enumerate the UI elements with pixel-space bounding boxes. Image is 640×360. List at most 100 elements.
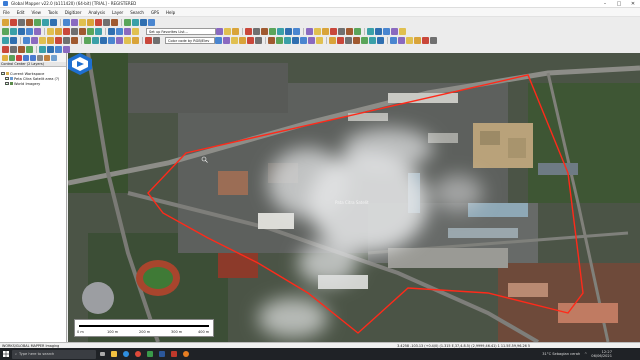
analysis-tool-icon[interactable] xyxy=(153,37,160,44)
terrain-tool-icon[interactable] xyxy=(316,37,323,44)
layer-checkbox[interactable]: ✓ xyxy=(5,82,9,86)
terrain-tool-icon[interactable] xyxy=(239,37,246,44)
menu-file[interactable]: File xyxy=(3,10,10,15)
analysis-tool-icon[interactable] xyxy=(92,37,99,44)
analysis-tool-icon[interactable] xyxy=(2,37,9,44)
minimize-button[interactable]: – xyxy=(598,0,612,8)
zoom-to-layer-icon[interactable] xyxy=(51,54,57,61)
layer-options-icon[interactable] xyxy=(37,54,43,61)
file-tool-icon[interactable] xyxy=(79,19,86,26)
terrain-tool-icon[interactable] xyxy=(276,37,283,44)
menu-digitizer[interactable]: Digitizer xyxy=(65,10,82,15)
analysis-tool-icon[interactable] xyxy=(124,37,131,44)
view-tool-icon[interactable] xyxy=(116,28,123,35)
analysis-tool-icon[interactable] xyxy=(108,37,115,44)
file-tool-icon[interactable] xyxy=(132,19,139,26)
view-tool-icon[interactable] xyxy=(108,28,115,35)
view-tool-icon[interactable] xyxy=(95,28,102,35)
terrain-tool-icon[interactable] xyxy=(398,37,405,44)
digitizer-tool-icon[interactable] xyxy=(367,28,374,35)
view-tool-icon[interactable] xyxy=(63,28,70,35)
digitizer-tool-icon[interactable] xyxy=(285,28,292,35)
digitizer-tool-icon[interactable] xyxy=(216,28,223,35)
file-tool-icon[interactable] xyxy=(18,19,25,26)
terrain-tool-icon[interactable] xyxy=(369,37,376,44)
tree-item-world-imagery[interactable]: ✓ World Imagery xyxy=(1,81,65,86)
view-tool-icon[interactable] xyxy=(34,28,41,35)
digitizer-tool-icon[interactable] xyxy=(224,28,231,35)
terrain-tool-icon[interactable] xyxy=(377,37,384,44)
terrain-tool-icon[interactable] xyxy=(390,37,397,44)
digitizer-tool-icon[interactable] xyxy=(314,28,321,35)
terrain-tool-icon[interactable] xyxy=(231,37,238,44)
nav-tool-icon[interactable] xyxy=(39,46,46,53)
taskbar-app-word[interactable] xyxy=(156,348,168,360)
digitizer-tool-icon[interactable] xyxy=(306,28,313,35)
terrain-tool-icon[interactable] xyxy=(337,37,344,44)
workspace-checkbox[interactable]: ✓ xyxy=(1,72,5,76)
file-tool-icon[interactable] xyxy=(87,19,94,26)
taskbar-app-recorder[interactable] xyxy=(180,348,192,360)
file-tool-icon[interactable] xyxy=(111,19,118,26)
terrain-tool-icon[interactable] xyxy=(414,37,421,44)
digitizer-tool-icon[interactable] xyxy=(232,28,239,35)
digitizer-tool-icon[interactable] xyxy=(330,28,337,35)
view-tool-icon[interactable] xyxy=(18,28,25,35)
terrain-tool-icon[interactable] xyxy=(361,37,368,44)
menu-help[interactable]: Help xyxy=(166,10,175,15)
menu-edit[interactable]: Edit xyxy=(17,10,25,15)
nav-tool-icon[interactable] xyxy=(10,46,17,53)
file-tool-icon[interactable] xyxy=(2,19,9,26)
digitizer-tool-icon[interactable] xyxy=(253,28,260,35)
metadata-icon[interactable] xyxy=(44,54,50,61)
file-tool-icon[interactable] xyxy=(42,19,49,26)
view-tool-icon[interactable] xyxy=(79,28,86,35)
add-layer-icon[interactable] xyxy=(9,54,15,61)
digitizer-tool-icon[interactable] xyxy=(391,28,398,35)
menu-analysis[interactable]: Analysis xyxy=(89,10,105,15)
analysis-tool-icon[interactable] xyxy=(47,37,54,44)
file-tool-icon[interactable] xyxy=(34,19,41,26)
menu-search[interactable]: Search xyxy=(130,10,144,15)
digitizer-tool-icon[interactable] xyxy=(399,28,406,35)
terrain-tool-icon[interactable] xyxy=(329,37,336,44)
terrain-tool-icon[interactable] xyxy=(268,37,275,44)
taskbar-app-chrome[interactable] xyxy=(132,348,144,360)
file-tool-icon[interactable] xyxy=(140,19,147,26)
color-mode-dropdown[interactable]: Color code by RGB/Elev xyxy=(165,37,215,44)
file-tool-icon[interactable] xyxy=(10,19,17,26)
terrain-tool-icon[interactable] xyxy=(223,37,230,44)
digitizer-tool-icon[interactable] xyxy=(269,28,276,35)
digitizer-tool-icon[interactable] xyxy=(261,28,268,35)
open-layer-icon[interactable] xyxy=(2,54,8,61)
digitizer-tool-icon[interactable] xyxy=(293,28,300,35)
file-tool-icon[interactable] xyxy=(103,19,110,26)
terrain-tool-icon[interactable] xyxy=(292,37,299,44)
view-tool-icon[interactable] xyxy=(47,28,54,35)
taskbar-app-browser[interactable] xyxy=(120,348,132,360)
digitizer-tool-icon[interactable] xyxy=(383,28,390,35)
view-tool-icon[interactable] xyxy=(26,28,33,35)
analysis-tool-icon[interactable] xyxy=(145,37,152,44)
taskbar-app-globalmapper[interactable] xyxy=(144,348,156,360)
nav-tool-icon[interactable] xyxy=(47,46,54,53)
file-tool-icon[interactable] xyxy=(50,19,57,26)
analysis-tool-icon[interactable] xyxy=(10,37,17,44)
analysis-tool-icon[interactable] xyxy=(84,37,91,44)
start-button[interactable] xyxy=(0,348,12,360)
layer-checkbox[interactable]: ✓ xyxy=(5,77,9,81)
terrain-tool-icon[interactable] xyxy=(284,37,291,44)
analysis-tool-icon[interactable] xyxy=(71,37,78,44)
view-tool-icon[interactable] xyxy=(124,28,131,35)
terrain-tool-icon[interactable] xyxy=(255,37,262,44)
view-tool-icon[interactable] xyxy=(2,28,9,35)
menu-layer[interactable]: Layer xyxy=(112,10,123,15)
weather-status[interactable]: 31°C Sebagian cerah xyxy=(542,352,580,356)
view-tool-icon[interactable] xyxy=(10,28,17,35)
digitizer-tool-icon[interactable] xyxy=(346,28,353,35)
analysis-tool-icon[interactable] xyxy=(132,37,139,44)
menu-gps[interactable]: GPS xyxy=(151,10,159,15)
view-tool-icon[interactable] xyxy=(71,28,78,35)
digitizer-tool-icon[interactable] xyxy=(322,28,329,35)
analysis-tool-icon[interactable] xyxy=(100,37,107,44)
